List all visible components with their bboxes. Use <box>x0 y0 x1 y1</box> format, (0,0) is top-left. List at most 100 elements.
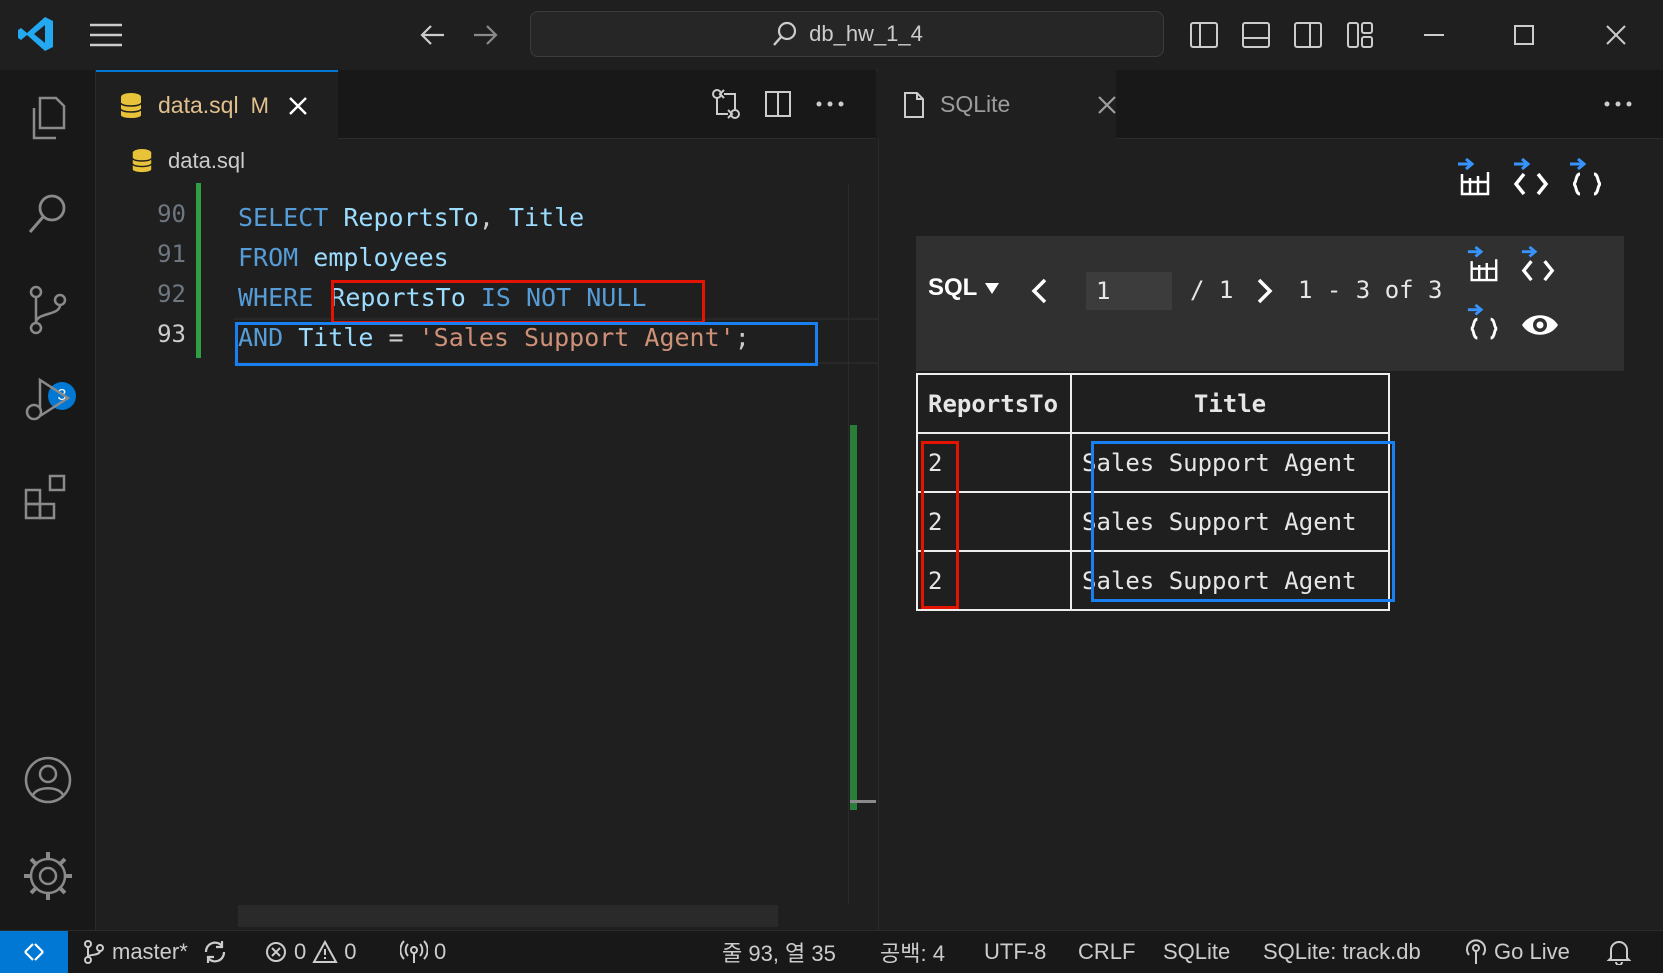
cursor-position[interactable]: 줄 93, 열 35 <box>722 931 836 973</box>
previous-page-icon[interactable] <box>1028 276 1052 306</box>
export-json-icon[interactable] <box>1466 304 1502 340</box>
customize-layout-icon[interactable] <box>1344 19 1376 51</box>
extensions-icon[interactable] <box>20 468 76 524</box>
keyword: FROM <box>238 243 299 272</box>
row-range: 1 - 3 of 3 <box>1298 276 1443 304</box>
close-window-icon[interactable] <box>1600 19 1632 51</box>
modified-indicator: M <box>250 92 269 118</box>
remote-icon <box>24 943 44 961</box>
database-file-icon <box>118 92 144 120</box>
activity-bar: 3 <box>0 70 96 930</box>
go-live-button[interactable]: Go Live <box>1464 931 1570 973</box>
export-csv-icon[interactable] <box>1456 158 1492 196</box>
ports-indicator[interactable]: 0 <box>400 931 446 973</box>
sql-label: SQL <box>928 274 978 301</box>
accounts-icon[interactable] <box>20 752 76 808</box>
end-of-line[interactable]: CRLF <box>1078 931 1135 973</box>
preview-eye-icon[interactable] <box>1520 310 1560 340</box>
vscode-logo-icon[interactable] <box>16 14 56 54</box>
breadcrumb[interactable]: data.sql <box>96 139 876 183</box>
toggle-panel-icon[interactable] <box>1240 19 1272 51</box>
export-json-icon[interactable] <box>1568 158 1606 196</box>
keyword: SELECT <box>238 203 329 232</box>
tab-data-sql[interactable]: data.sql M <box>96 70 338 139</box>
command-center-search[interactable]: db_hw_1_4 <box>530 11 1164 57</box>
split-editor-icon[interactable] <box>762 88 794 120</box>
identifier: Title <box>493 203 585 232</box>
explorer-icon[interactable] <box>20 90 76 146</box>
column-header[interactable]: Title <box>1070 373 1390 434</box>
run-debug-icon[interactable] <box>20 372 76 428</box>
horizontal-scrollbar[interactable] <box>238 905 778 927</box>
source-control-icon[interactable] <box>20 282 76 338</box>
export-html-icon[interactable] <box>1512 158 1550 196</box>
punct: , <box>478 203 494 232</box>
column-header[interactable]: ReportsTo <box>916 373 1072 434</box>
branch-name: master* <box>112 939 188 964</box>
identifier: ReportsTo <box>328 203 479 232</box>
scrollbar-cursor-marker <box>850 800 876 803</box>
open-changes-icon[interactable] <box>710 88 742 120</box>
title-bar: db_hw_1_4 <box>0 0 1663 71</box>
search-icon <box>771 20 799 48</box>
ports-count: 0 <box>434 939 447 964</box>
line-number: 90 <box>157 200 186 228</box>
line-number: 93 <box>157 320 186 348</box>
forward-arrow-icon[interactable] <box>470 20 500 50</box>
page-number-input[interactable]: 1 <box>1086 272 1172 310</box>
code-line-90: SELECT ReportsTo, Title <box>238 198 584 238</box>
broadcast-icon <box>400 940 428 963</box>
toggle-primary-sidebar-icon[interactable] <box>1188 19 1220 51</box>
search-view-icon[interactable] <box>20 186 76 242</box>
close-tab-icon[interactable] <box>1096 94 1118 116</box>
dropdown-caret-icon <box>985 283 1000 294</box>
encoding[interactable]: UTF-8 <box>984 931 1046 973</box>
export-csv-icon[interactable] <box>1466 246 1500 282</box>
sync-icon[interactable] <box>202 939 228 965</box>
warning-icon <box>312 940 338 963</box>
results-toolbar: SQL 1 / 1 1 - 3 of 3 <box>916 236 1624 371</box>
panel-more-actions-icon[interactable] <box>1602 88 1634 120</box>
database-file-icon <box>130 148 154 174</box>
annotation-box-blue <box>1091 441 1395 602</box>
maximize-icon[interactable] <box>1508 19 1540 51</box>
annotation-box-red <box>921 441 959 609</box>
git-branch-icon <box>84 940 104 964</box>
settings-gear-icon[interactable] <box>20 848 76 904</box>
database-indicator[interactable]: SQLite: track.db <box>1263 931 1421 973</box>
annotation-box-blue <box>235 322 818 366</box>
error-icon <box>266 942 286 962</box>
search-text: db_hw_1_4 <box>809 21 923 46</box>
code-line-91: FROM employees <box>238 238 449 278</box>
notifications-bell-icon[interactable] <box>1606 931 1632 973</box>
tab-sqlite[interactable]: SQLite <box>878 70 1118 139</box>
status-bar: master* 0 0 0 줄 93, 열 35 공백: 4 UTF-8 CRL… <box>0 930 1663 973</box>
line-number: 92 <box>157 280 186 308</box>
indentation[interactable]: 공백: 4 <box>880 931 945 973</box>
more-actions-icon[interactable] <box>814 88 846 120</box>
warning-count: 0 <box>344 939 357 964</box>
line-number: 91 <box>157 240 186 268</box>
git-added-gutter <box>196 183 201 358</box>
branch-indicator[interactable]: master* <box>82 931 228 973</box>
close-tab-icon[interactable] <box>287 95 309 117</box>
error-count: 0 <box>294 939 307 964</box>
minimize-icon[interactable] <box>1418 19 1450 51</box>
antenna-icon <box>1466 939 1486 964</box>
language-mode[interactable]: SQLite <box>1163 931 1230 973</box>
next-page-icon[interactable] <box>1252 276 1276 306</box>
sql-dropdown[interactable]: SQL <box>928 274 1001 302</box>
go-live-label: Go Live <box>1494 939 1570 964</box>
back-arrow-icon[interactable] <box>418 20 448 50</box>
export-html-icon[interactable] <box>1520 246 1556 282</box>
keyword: WHERE <box>238 283 314 312</box>
toggle-secondary-sidebar-icon[interactable] <box>1292 19 1324 51</box>
problems-indicator[interactable]: 0 0 <box>264 931 357 973</box>
remote-indicator[interactable] <box>0 931 68 973</box>
table-header-row: ReportsTo Title <box>916 373 1390 434</box>
scrollbar-change-marker <box>850 425 857 810</box>
tab-label: data.sql <box>158 92 239 118</box>
menu-icon[interactable] <box>88 20 124 50</box>
identifier: employees <box>298 243 449 272</box>
annotation-box-red <box>331 280 705 324</box>
